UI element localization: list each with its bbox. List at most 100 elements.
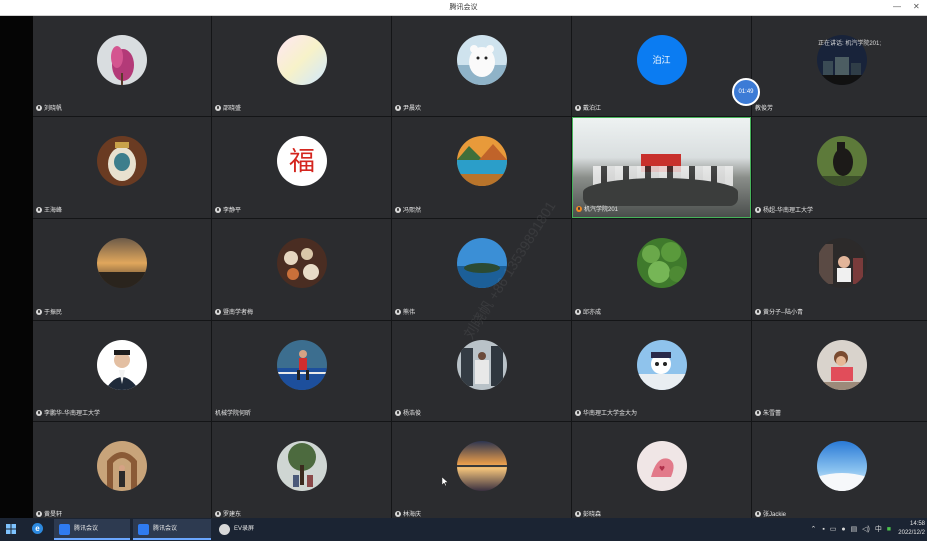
participant-tile[interactable]: 林海庆: [392, 422, 571, 522]
participant-tile[interactable]: 张Jackie: [752, 422, 927, 522]
participant-avatar: [816, 238, 867, 288]
speaking-mic-icon: [576, 206, 582, 212]
participant-tile[interactable]: 教俊芳: [752, 16, 927, 116]
participant-avatar: [97, 35, 147, 85]
mic-icon: [755, 410, 761, 416]
participant-name: 冯熙然: [395, 207, 424, 216]
participant-tile[interactable]: 华南理工大学金大为: [572, 321, 751, 421]
participant-tile[interactable]: 王海峰: [33, 117, 211, 218]
participant-video-tile[interactable]: 机汽学院201: [572, 117, 751, 218]
participant-name: 杨超-华南理工大学: [755, 207, 816, 216]
participant-name: 华南理工大学金大为: [575, 410, 640, 419]
mic-icon: [215, 105, 221, 111]
participant-avatar: [816, 441, 867, 491]
participant-name: 机汽学院201: [576, 206, 621, 215]
participant-tile[interactable]: 邱亦成: [572, 219, 751, 320]
participant-avatar: [636, 340, 687, 390]
svg-text:♥: ♥: [658, 465, 664, 473]
participant-avatar: [276, 340, 327, 390]
mic-icon: [215, 207, 221, 213]
mic-icon: [755, 207, 761, 213]
participant-tile[interactable]: 福 李静平: [212, 117, 391, 218]
participant-name: 王海峰: [36, 207, 65, 216]
participant-name: 于振民: [36, 309, 65, 318]
mic-icon: [575, 511, 581, 517]
chevron-up-icon[interactable]: ⌃: [811, 526, 817, 533]
speaking-indicator: 正在讲话: 机汽学院201;: [818, 41, 882, 47]
participant-tile[interactable]: 李鹏华-华南理工大学: [33, 321, 211, 421]
participant-avatar: [97, 340, 147, 390]
taskbar-item-meeting-2[interactable]: 腾讯会议: [133, 519, 211, 540]
participant-avatar: [636, 238, 687, 288]
participant-avatar: [97, 441, 147, 491]
mic-icon: [36, 309, 42, 315]
mic-icon: [395, 511, 401, 517]
mic-icon: [36, 410, 42, 416]
notification-icon[interactable]: ▪: [822, 526, 824, 533]
participant-tile[interactable]: ♥ 彭晓森: [572, 422, 751, 522]
participant-name: 黄分子--陆小青: [755, 309, 806, 318]
browser-icon[interactable]: e: [32, 523, 43, 534]
participant-tile[interactable]: 泊江 戴泊江: [572, 16, 751, 116]
mic-icon: [755, 511, 761, 517]
participant-tile[interactable]: 罗建东: [212, 422, 391, 522]
mic-icon: [395, 105, 401, 111]
participant-name: 教俊芳: [755, 106, 774, 112]
participant-avatar: [456, 35, 507, 85]
volume-icon[interactable]: ◁): [862, 526, 870, 533]
mic-icon: [395, 207, 401, 213]
participant-tile[interactable]: 杨超-华南理工大学: [752, 117, 927, 218]
mic-icon: [395, 410, 401, 416]
participant-name: 邵晓盛: [215, 105, 244, 114]
participant-name: 尹晨欢: [395, 105, 424, 114]
video-table: [583, 178, 738, 206]
participant-tile[interactable]: 刘晓帆: [33, 16, 211, 116]
system-clock[interactable]: 14:58 2022/12/2: [898, 520, 925, 538]
participant-avatar: [97, 136, 147, 186]
input-method-indicator[interactable]: 中: [875, 526, 882, 533]
mic-icon: [395, 309, 401, 315]
network-icon[interactable]: ▤: [851, 526, 858, 533]
participant-avatar: [816, 340, 867, 390]
participant-name: 邱亦成: [575, 309, 604, 318]
participant-tile[interactable]: 于振民: [33, 219, 211, 320]
participant-name: 熊伟: [395, 309, 418, 318]
participant-tile[interactable]: 黄分子--陆小青: [752, 219, 927, 320]
participant-tile[interactable]: 暨南学者梅: [212, 219, 391, 320]
windows-start-icon[interactable]: [6, 524, 16, 534]
mic-icon: [36, 105, 42, 111]
clock-time: 14:58: [909, 521, 925, 527]
participant-avatar: 福: [276, 136, 327, 186]
taskbar-item-ev-recorder[interactable]: EV录屏: [214, 519, 290, 540]
participant-tile[interactable]: 杨浩俊: [392, 321, 571, 421]
close-icon[interactable]: ✕: [913, 2, 920, 12]
participant-tile[interactable]: 邵晓盛: [212, 16, 391, 116]
mic-icon: [36, 511, 42, 517]
microphone-icon[interactable]: ●: [841, 526, 845, 533]
participant-name: 朱雪蕾: [755, 410, 784, 419]
meeting-app-icon: [59, 524, 70, 535]
mic-icon: [36, 207, 42, 213]
participant-avatar: [456, 441, 507, 491]
security-app-icon[interactable]: ■: [887, 526, 891, 533]
minimize-icon[interactable]: —: [893, 2, 901, 12]
participant-tile[interactable]: 朱雪蕾: [752, 321, 927, 421]
participant-avatar: [276, 35, 327, 85]
title-bar: 腾讯会议 — ✕: [0, 0, 927, 16]
participant-grid: 刘晓帆 邵晓盛 尹晨欢 泊江 戴泊江 教俊芳 王海峰 福 李静平 冯熙然 机汽学…: [33, 16, 927, 522]
participant-avatar: [456, 136, 507, 186]
recorder-app-icon: [219, 524, 230, 535]
participant-tile[interactable]: 尹晨欢: [392, 16, 571, 116]
participant-avatar: [276, 238, 327, 288]
participant-name: 李静平: [215, 207, 244, 216]
participant-tile[interactable]: 黄旻轩: [33, 422, 211, 522]
monitor-icon[interactable]: ▭: [830, 526, 837, 533]
clock-date: 2022/12/2: [898, 530, 925, 536]
system-tray: ⌃ ▪ ▭ ● ▤ ◁) 中 ■: [811, 524, 891, 534]
participant-name: 刘晓帆: [36, 105, 65, 114]
mic-icon: [575, 410, 581, 416]
participant-tile[interactable]: 机械学院何昕: [212, 321, 391, 421]
taskbar-item-meeting-1[interactable]: 腾讯会议: [54, 519, 130, 540]
mouse-cursor-icon: [442, 477, 448, 486]
mic-icon: [215, 309, 221, 315]
